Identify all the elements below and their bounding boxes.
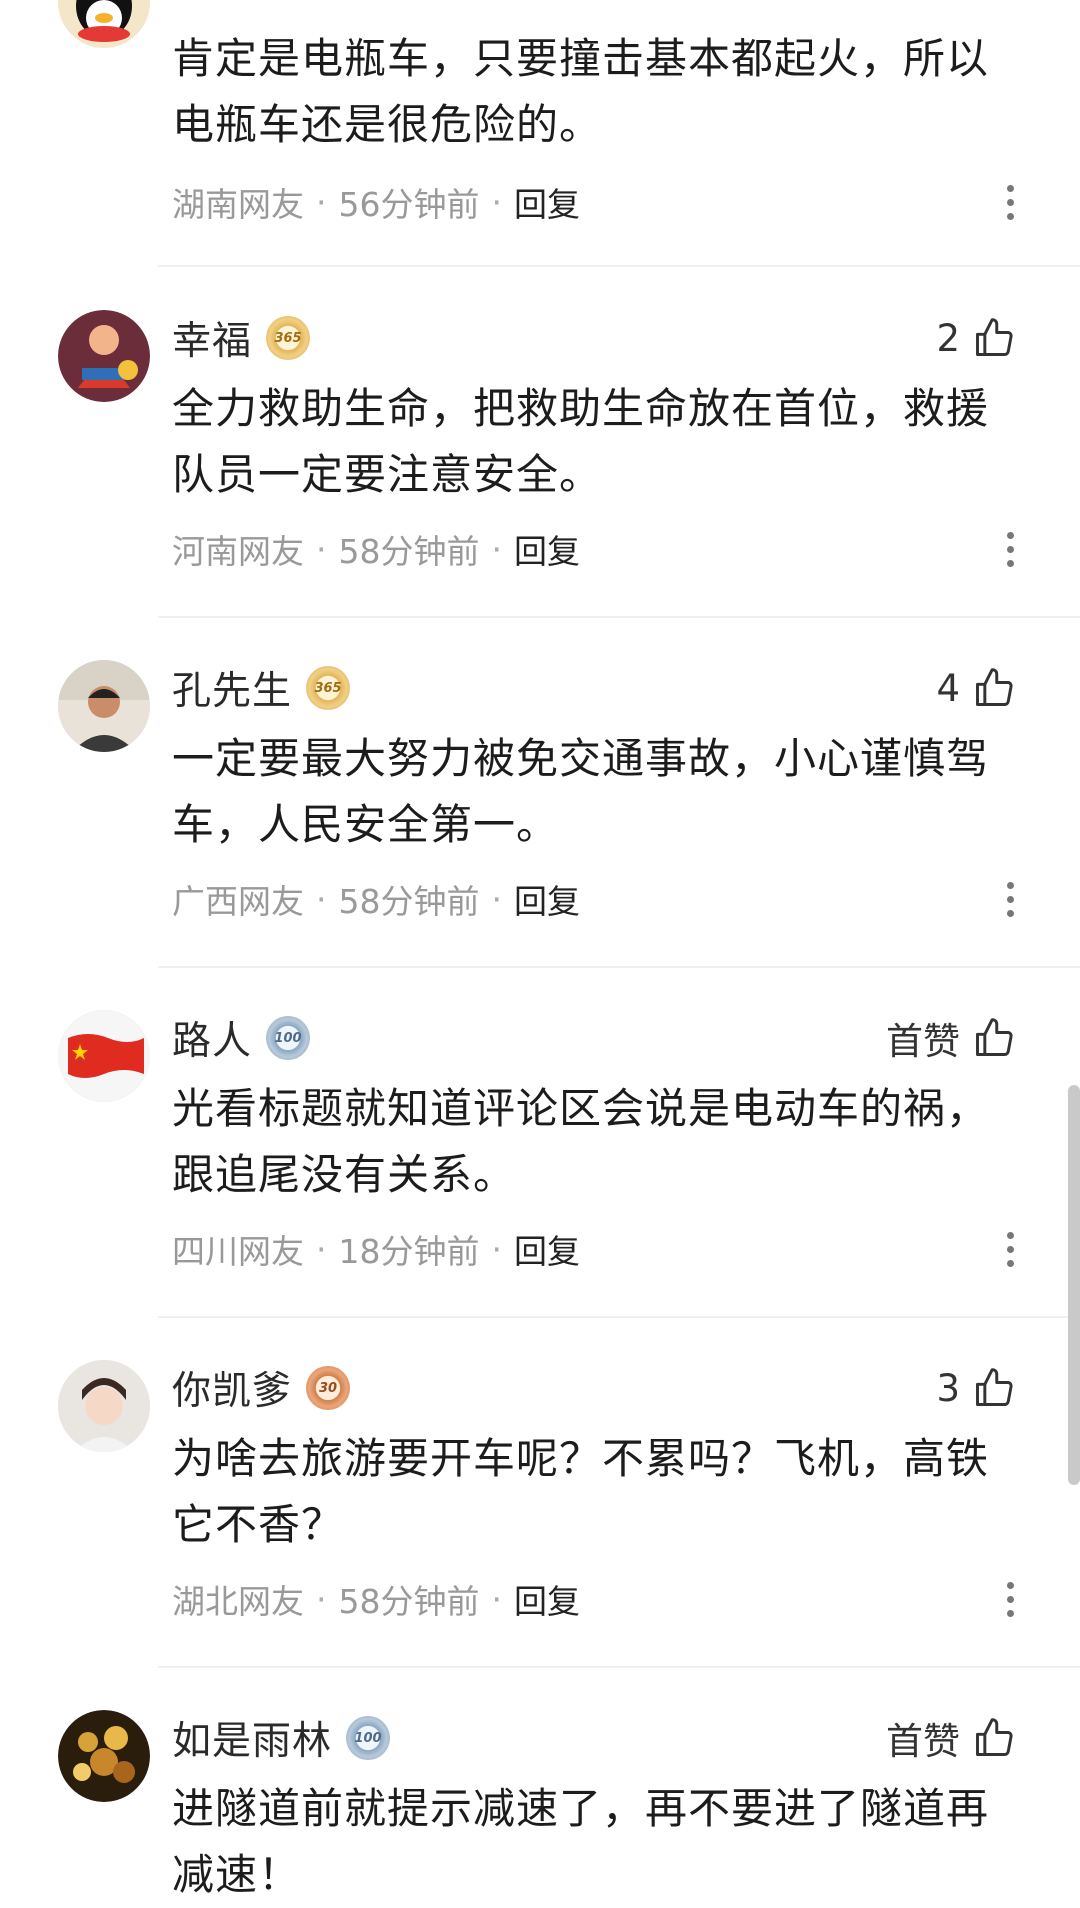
reply-button[interactable]: 回复 <box>514 1575 580 1623</box>
like-button[interactable]: 首赞 <box>886 1708 1016 1768</box>
comment-text: 为啥去旅游要开车呢？不累吗？飞机，高铁它不香？ <box>172 1434 990 1549</box>
divider <box>158 1316 1080 1318</box>
more-options-button[interactable] <box>1000 1574 1020 1624</box>
region-label: 广西网友 <box>172 882 304 921</box>
avatar[interactable] <box>58 660 150 752</box>
more-options-button[interactable] <box>1000 177 1020 227</box>
scrollbar[interactable] <box>1068 1085 1080 1485</box>
reply-button[interactable]: 回复 <box>514 178 580 226</box>
like-button[interactable]: 4 <box>936 658 1016 718</box>
divider <box>158 1666 1080 1668</box>
level-badge: 100 <box>346 1716 391 1760</box>
more-vertical-icon <box>1006 531 1014 539</box>
reply-button[interactable]: 回复 <box>514 525 580 573</box>
more-options-button[interactable] <box>1000 1224 1020 1274</box>
thumbs-up-icon <box>976 1018 1013 1056</box>
timestamp: 58分钟前 <box>338 882 480 921</box>
avatar[interactable] <box>58 1360 150 1452</box>
comment-meta: 四川网友 · 18分钟前 · 回复 <box>172 1224 580 1274</box>
more-vertical-icon <box>1006 881 1014 889</box>
meta-separator: · <box>491 529 503 569</box>
like-count: 2 <box>936 316 960 360</box>
like-count: 首赞 <box>886 1020 960 1063</box>
comment-meta: 河南网友 · 58分钟前 · 回复 <box>172 524 580 574</box>
reply-button[interactable]: 回复 <box>514 875 580 923</box>
meta-separator: · <box>316 1229 327 1269</box>
avatar[interactable] <box>58 310 150 402</box>
timestamp: 58分钟前 <box>338 1582 480 1621</box>
region-label: 湖南网友 <box>172 185 304 224</box>
avatar[interactable] <box>58 0 150 48</box>
comment-meta: 广西网友 · 58分钟前 · 回复 <box>172 874 580 924</box>
username[interactable]: 路人 <box>172 1010 252 1066</box>
timestamp: 56分钟前 <box>338 185 480 224</box>
meta-separator: · <box>491 1579 503 1619</box>
thumbs-up-icon <box>976 668 1013 706</box>
comment-text: 光看标题就知道评论区会说是电动车的祸，跟追尾没有关系。 <box>172 1084 990 1199</box>
more-vertical-icon <box>1006 184 1014 192</box>
region-label: 湖北网友 <box>172 1582 304 1621</box>
comment-feed: 肯定是电瓶车，只要撞击基本都起火，所以电瓶车还是很危险的。 湖南网友 · 56分… <box>0 0 1080 1908</box>
level-badge: 30 <box>306 1366 351 1410</box>
name-row: 幸福 365 <box>172 308 311 368</box>
like-button[interactable]: 3 <box>936 1358 1016 1418</box>
meta-separator: · <box>491 182 503 222</box>
timestamp: 18分钟前 <box>338 1232 480 1271</box>
avatar[interactable] <box>58 1710 150 1802</box>
username[interactable]: 如是雨林 <box>172 1710 332 1766</box>
level-badge: 365 <box>266 316 311 360</box>
meta-separator: · <box>491 879 503 919</box>
thumbs-up-icon <box>976 318 1013 356</box>
comment-text: 一定要最大努力被免交通事故，小心谨慎驾车，人民安全第一。 <box>172 734 990 849</box>
comment-text: 肯定是电瓶车，只要撞击基本都起火，所以电瓶车还是很危险的。 <box>172 34 990 149</box>
avatar[interactable] <box>58 1010 150 1102</box>
level-badge: 365 <box>306 666 351 710</box>
more-vertical-icon <box>1006 1231 1014 1239</box>
meta-separator: · <box>316 879 327 919</box>
reply-button[interactable]: 回复 <box>514 1225 580 1273</box>
meta-separator: · <box>316 1579 327 1619</box>
comment-meta: 湖南网友 · 56分钟前 · 回复 <box>172 177 580 227</box>
username[interactable]: 你凯爹 <box>172 1360 292 1416</box>
meta-separator: · <box>491 1229 503 1269</box>
like-count: 首赞 <box>886 1720 960 1763</box>
name-row: 孔先生 365 <box>172 658 351 718</box>
username[interactable]: 幸福 <box>172 310 252 366</box>
like-button[interactable]: 首赞 <box>886 1008 1016 1068</box>
username[interactable]: 孔先生 <box>172 660 292 716</box>
divider <box>158 966 1080 968</box>
comment-text: 全力救助生命，把救助生命放在首位，救援队员一定要注意安全。 <box>172 384 990 499</box>
meta-separator: · <box>316 529 327 569</box>
more-options-button[interactable] <box>1000 874 1020 924</box>
divider <box>158 265 1080 267</box>
comment-text: 进隧道前就提示减速了，再不要进了隧道再减速！ <box>172 1784 990 1899</box>
thumbs-up-icon <box>976 1368 1013 1406</box>
level-badge: 100 <box>266 1016 311 1060</box>
name-row: 如是雨林 100 <box>172 1708 391 1768</box>
region-label: 河南网友 <box>172 532 304 571</box>
comment-meta: 湖北网友 · 58分钟前 · 回复 <box>172 1574 580 1624</box>
more-options-button[interactable] <box>1000 524 1020 574</box>
like-count: 3 <box>936 1366 960 1410</box>
more-vertical-icon <box>1006 1581 1014 1589</box>
name-row: 路人 100 <box>172 1008 311 1068</box>
like-count: 4 <box>936 666 960 710</box>
like-button[interactable]: 2 <box>936 308 1016 368</box>
divider <box>158 616 1080 618</box>
region-label: 四川网友 <box>172 1232 304 1271</box>
name-row: 你凯爹 30 <box>172 1358 351 1418</box>
timestamp: 58分钟前 <box>338 532 480 571</box>
thumbs-up-icon <box>976 1718 1013 1756</box>
meta-separator: · <box>316 182 327 222</box>
